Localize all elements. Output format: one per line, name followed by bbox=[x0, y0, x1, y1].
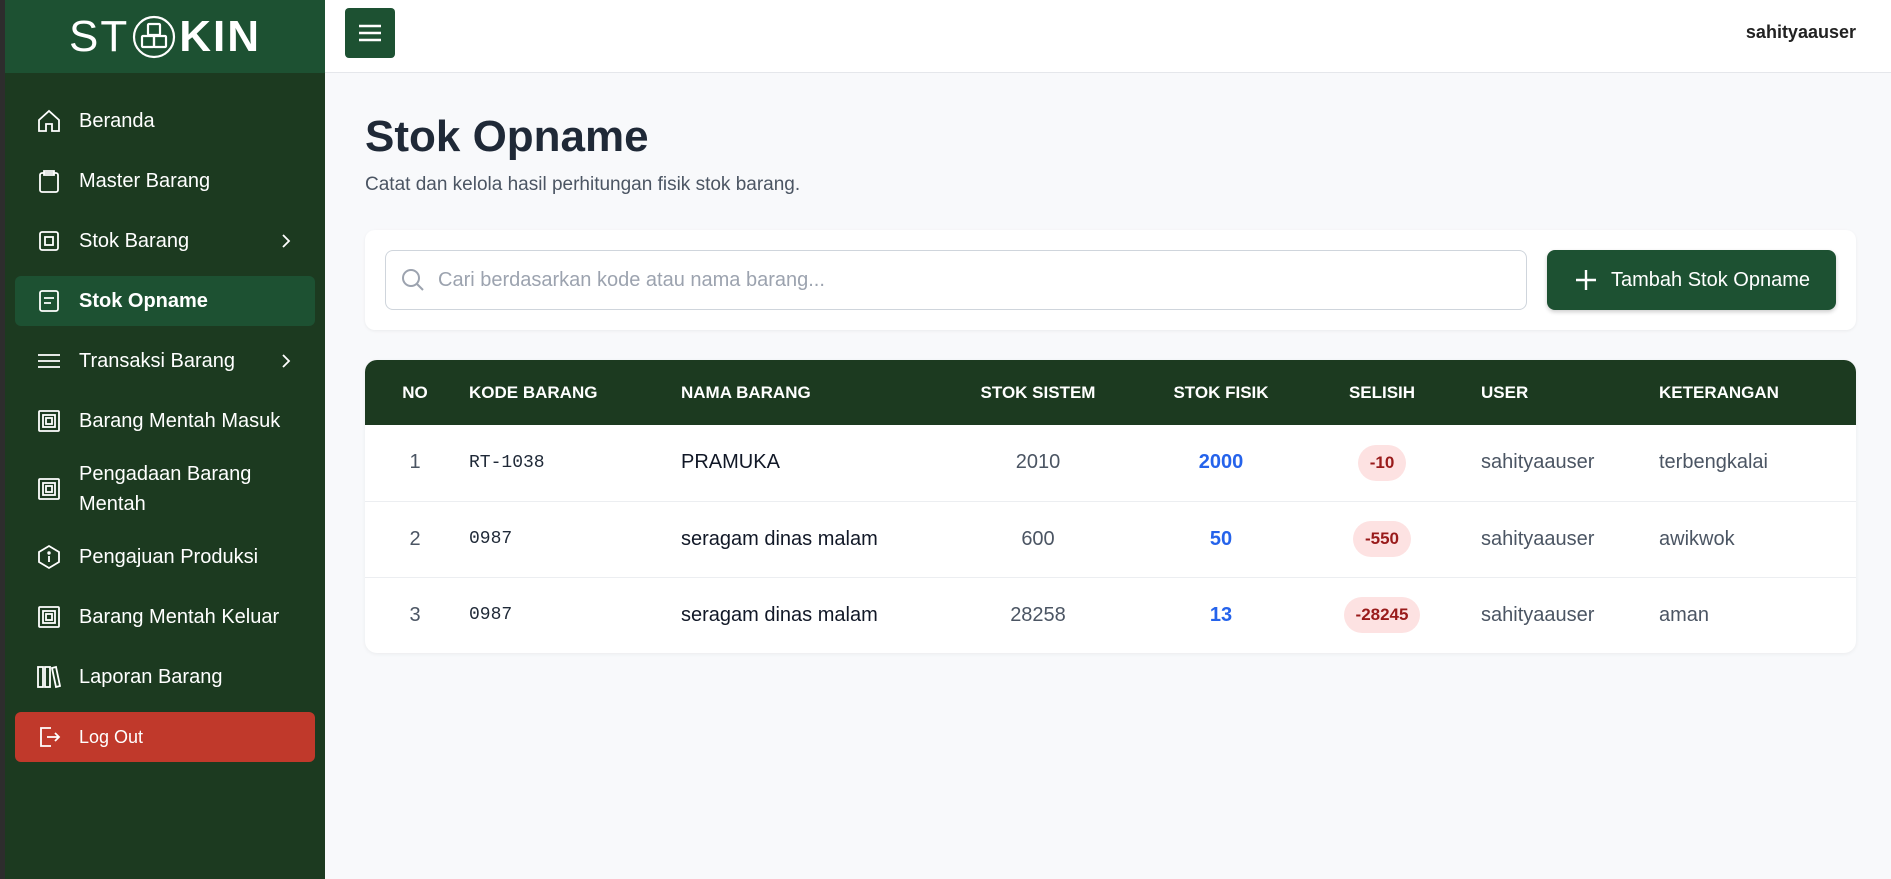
logout-icon bbox=[35, 723, 63, 751]
box-icon bbox=[35, 227, 63, 255]
sidebar-item-pengadaan-barang-mentah[interactable]: Pengadaan Barang Mentah bbox=[15, 456, 315, 522]
add-button-label: Tambah Stok Opname bbox=[1611, 268, 1810, 291]
sidebar-item-barang-mentah-masuk[interactable]: Barang Mentah Masuk bbox=[15, 396, 315, 446]
sidebar: ST K IN Beranda Master Barang Stok Baran… bbox=[0, 0, 325, 879]
cell-stok-sistem: 2010 bbox=[1015, 451, 1061, 474]
hamburger-icon bbox=[359, 24, 381, 42]
sidebar-item-label: Pengajuan Produksi bbox=[79, 545, 259, 568]
sidebar-item-label: Beranda bbox=[79, 109, 155, 132]
sidebar-item-label: Laporan Barang bbox=[79, 665, 223, 688]
hamburger-menu-button[interactable] bbox=[345, 8, 395, 58]
selisih-badge: -28245 bbox=[1343, 597, 1421, 634]
main-content: Stok Opname Catat dan kelola hasil perhi… bbox=[365, 73, 1856, 653]
cell-no: 2 bbox=[365, 500, 465, 577]
brand-logo[interactable]: ST K IN bbox=[5, 0, 325, 73]
logout-label: Log Out bbox=[79, 726, 144, 747]
box-out-icon bbox=[35, 603, 63, 631]
cell-keterangan: awikwok bbox=[1639, 500, 1856, 577]
table-header-row: NO KODE BARANG NAMA BARANG STOK SISTEM S… bbox=[365, 360, 1856, 425]
menu-lines-icon bbox=[35, 347, 63, 375]
sidebar-item-transaksi-barang[interactable]: Transaksi Barang bbox=[15, 336, 315, 386]
sidebar-item-stok-opname[interactable]: Stok Opname bbox=[15, 276, 315, 326]
cell-stok-sistem: 600 bbox=[947, 500, 1129, 577]
sidebar-item-beranda[interactable]: Beranda bbox=[15, 96, 315, 146]
search-icon bbox=[402, 269, 424, 291]
books-icon bbox=[35, 663, 63, 691]
cell-stok-fisik: 50 bbox=[1129, 500, 1313, 577]
chevron-right-icon bbox=[282, 354, 291, 368]
column-header-stok-fisik: STOK FISIK bbox=[1173, 382, 1269, 402]
sidebar-item-master-barang[interactable]: Master Barang bbox=[15, 156, 315, 206]
cell-keterangan: terbengkalai bbox=[1659, 451, 1768, 474]
column-header-user: USER bbox=[1481, 382, 1529, 402]
brand-text-2: K bbox=[179, 11, 213, 61]
cell-no: 3 bbox=[365, 576, 465, 653]
cell-user: sahityaauser bbox=[1481, 451, 1595, 474]
cell-nama: seragam dinas malam bbox=[677, 500, 947, 577]
search-box[interactable] bbox=[385, 250, 1527, 310]
clipboard-icon bbox=[35, 167, 63, 195]
toolbar-card: Tambah Stok Opname bbox=[365, 230, 1856, 330]
document-icon bbox=[35, 287, 63, 315]
cell-stok-fisik: 2000 bbox=[1198, 451, 1244, 474]
cell-kode: 0987 bbox=[465, 576, 677, 653]
column-header-selisih: SELISIH bbox=[1348, 382, 1416, 402]
cell-selisih: -550 bbox=[1313, 500, 1451, 577]
table-row[interactable]: 1 RT-1038 PRAMUKA 2010 2000 -10 sahityaa… bbox=[365, 425, 1856, 501]
cell-kode: 0987 bbox=[465, 500, 677, 577]
cell-selisih: -10 bbox=[1313, 425, 1451, 501]
sidebar-item-label: Barang Mentah Masuk bbox=[79, 409, 281, 432]
page-title: Stok Opname bbox=[365, 112, 649, 161]
user-menu[interactable]: sahityaauser bbox=[1746, 22, 1856, 43]
sidebar-nav: Beranda Master Barang Stok Barang Stok O… bbox=[5, 73, 325, 762]
brand-text-1: ST bbox=[68, 11, 130, 61]
add-stok-opname-button[interactable]: Tambah Stok Opname bbox=[1547, 250, 1836, 310]
sidebar-item-pengajuan-produksi[interactable]: Pengajuan Produksi bbox=[15, 532, 315, 582]
info-hexagon-icon bbox=[35, 543, 63, 571]
cell-user: sahityaauser bbox=[1451, 500, 1639, 577]
cell-kode: RT-1038 bbox=[469, 452, 545, 473]
cell-stok-fisik: 13 bbox=[1129, 576, 1313, 653]
sidebar-item-label: Stok Opname bbox=[79, 289, 208, 312]
cell-no: 1 bbox=[409, 451, 421, 474]
column-header-no: NO bbox=[402, 382, 428, 402]
page-subtitle: Catat dan kelola hasil perhitungan fisik… bbox=[365, 174, 801, 195]
sidebar-item-label: Transaksi Barang bbox=[79, 349, 235, 372]
search-input[interactable] bbox=[438, 268, 1526, 292]
logout-button[interactable]: Log Out bbox=[15, 712, 315, 762]
sidebar-item-label: Barang Mentah Keluar bbox=[79, 605, 280, 628]
sidebar-item-barang-mentah-keluar[interactable]: Barang Mentah Keluar bbox=[15, 592, 315, 642]
sidebar-item-stok-barang[interactable]: Stok Barang bbox=[15, 216, 315, 266]
plus-icon bbox=[1576, 270, 1596, 290]
selisih-badge: -550 bbox=[1352, 521, 1412, 557]
cell-nama: PRAMUKA bbox=[681, 451, 780, 474]
cell-user: sahityaauser bbox=[1451, 576, 1639, 653]
sidebar-item-label: Pengadaan Barang Mentah bbox=[79, 463, 252, 515]
cell-nama: seragam dinas malam bbox=[677, 576, 947, 653]
cell-keterangan: aman bbox=[1639, 576, 1856, 653]
sidebar-item-label: Stok Barang bbox=[79, 229, 190, 252]
cell-selisih: -28245 bbox=[1313, 576, 1451, 653]
stok-opname-table: NO KODE BARANG NAMA BARANG STOK SISTEM S… bbox=[365, 360, 1856, 653]
boxes-logo-icon bbox=[131, 14, 177, 60]
brand-text-3: IN bbox=[213, 11, 261, 61]
column-header-kode: KODE BARANG bbox=[469, 382, 598, 402]
column-header-nama: NAMA BARANG bbox=[681, 382, 811, 402]
chevron-right-icon bbox=[282, 234, 291, 248]
column-header-stok-sistem: STOK SISTEM bbox=[980, 382, 1096, 402]
home-icon bbox=[35, 107, 63, 135]
selisih-badge: -10 bbox=[1357, 444, 1407, 481]
table-row[interactable]: 3 0987 seragam dinas malam 28258 13 -282… bbox=[365, 576, 1856, 653]
table-row[interactable]: 2 0987 seragam dinas malam 600 50 -550 s… bbox=[365, 500, 1856, 577]
cell-stok-sistem: 28258 bbox=[947, 576, 1129, 653]
stok-opname-table-card: NO KODE BARANG NAMA BARANG STOK SISTEM S… bbox=[365, 360, 1856, 653]
topbar: sahityaauser bbox=[325, 0, 1891, 73]
column-header-keterangan: KETERANGAN bbox=[1659, 382, 1779, 402]
box-in-icon bbox=[35, 407, 63, 435]
sidebar-item-label: Master Barang bbox=[79, 169, 211, 192]
box-procure-icon bbox=[35, 475, 63, 503]
sidebar-item-laporan-barang[interactable]: Laporan Barang bbox=[15, 652, 315, 702]
